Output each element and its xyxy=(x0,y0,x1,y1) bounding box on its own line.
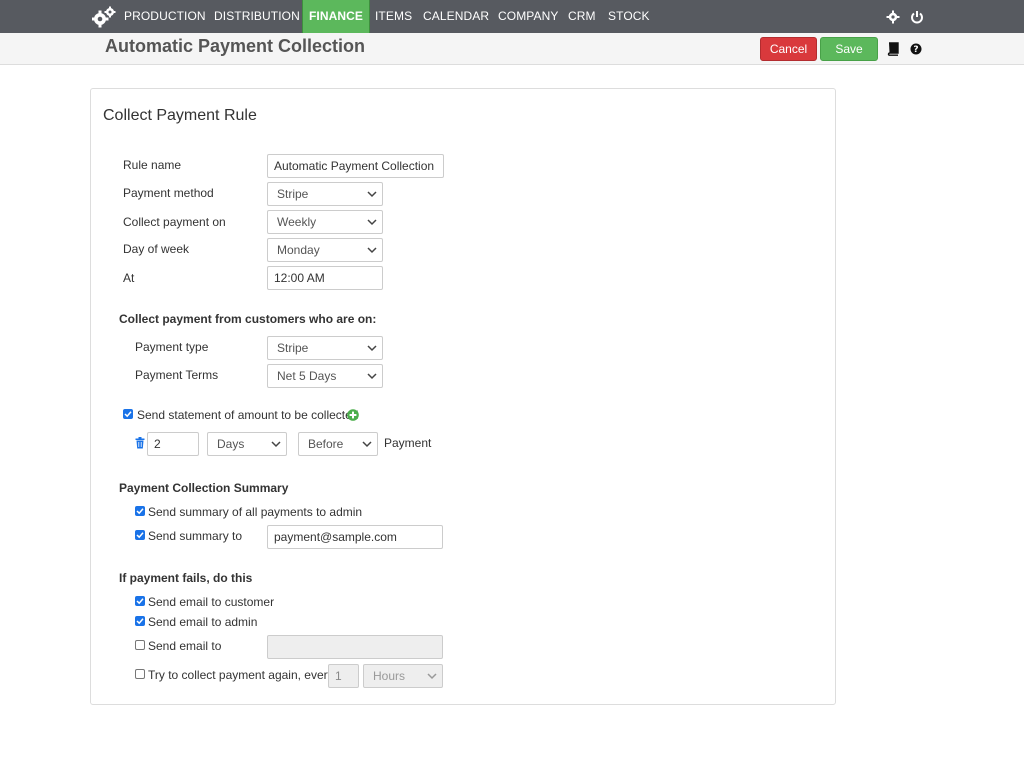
retry-unit-value: Hours xyxy=(373,669,406,683)
check-icon xyxy=(136,618,144,625)
statement-suffix-label: Payment xyxy=(384,436,432,450)
payment-terms-value: Net 5 Days xyxy=(277,369,337,383)
time-input[interactable]: 12:00 AM xyxy=(267,266,383,290)
chevron-down-icon xyxy=(367,191,377,198)
collect-on-value: Weekly xyxy=(277,215,317,229)
payment-type-label: Payment type xyxy=(135,340,209,354)
gear-icon[interactable] xyxy=(886,10,900,24)
nav-distribution[interactable]: DISTRIBUTION xyxy=(214,0,300,33)
statement-count-input[interactable]: 2 xyxy=(147,432,199,456)
fail-section-heading: If payment fails, do this xyxy=(119,571,253,585)
retry-checkbox[interactable] xyxy=(135,669,145,679)
email-to-checkbox[interactable] xyxy=(135,640,145,650)
power-icon[interactable] xyxy=(910,10,924,24)
rule-name-input[interactable]: Automatic Payment Collection xyxy=(267,154,444,178)
nav-crm[interactable]: CRM xyxy=(568,0,596,33)
retry-unit-select[interactable]: Hours xyxy=(363,664,443,688)
collect-payment-rule-card: Collect Payment Rule Rule name Automatic… xyxy=(90,88,836,705)
day-of-week-select[interactable]: Monday xyxy=(267,238,383,262)
chevron-down-icon xyxy=(427,673,437,680)
summary-email-input[interactable]: payment@sample.com xyxy=(267,525,443,549)
chevron-down-icon xyxy=(367,373,377,380)
check-icon xyxy=(136,598,144,605)
summary-all-checkbox[interactable] xyxy=(135,506,145,516)
nav-production[interactable]: PRODUCTION xyxy=(124,0,206,33)
chevron-down-icon xyxy=(367,247,377,254)
day-of-week-label: Day of week xyxy=(123,242,190,256)
check-icon xyxy=(124,411,132,418)
summary-to-checkbox[interactable] xyxy=(135,530,145,540)
chevron-down-icon xyxy=(367,219,377,226)
day-of-week-value: Monday xyxy=(277,243,320,257)
email-to-input[interactable] xyxy=(267,635,443,659)
chevron-down-icon xyxy=(271,441,281,448)
retry-count-input[interactable]: 1 xyxy=(328,664,359,688)
retry-label: Try to collect payment again, every xyxy=(148,668,334,682)
nav-stock[interactable]: STOCK xyxy=(608,0,650,33)
summary-all-label: Send summary of all payments to admin xyxy=(148,505,363,519)
rule-name-label: Rule name xyxy=(123,158,182,172)
help-icon[interactable]: ? xyxy=(910,42,922,56)
summary-section-heading: Payment Collection Summary xyxy=(119,481,289,495)
statement-when-value: Before xyxy=(308,437,344,451)
nav-calendar[interactable]: CALENDAR xyxy=(423,0,489,33)
gears-icon[interactable] xyxy=(92,6,116,28)
nav-items[interactable]: ITEMS xyxy=(375,0,412,33)
book-icon[interactable] xyxy=(887,42,899,56)
svg-text:?: ? xyxy=(913,45,918,55)
chevron-down-icon xyxy=(362,441,372,448)
payment-terms-select[interactable]: Net 5 Days xyxy=(267,364,383,388)
cancel-button[interactable]: Cancel xyxy=(760,37,817,61)
customers-section-heading: Collect payment from customers who are o… xyxy=(119,312,377,326)
statement-when-select[interactable]: Before xyxy=(298,432,378,456)
card-title: Collect Payment Rule xyxy=(103,107,257,124)
at-label: At xyxy=(123,271,135,285)
email-customer-checkbox[interactable] xyxy=(135,596,145,606)
check-icon xyxy=(136,508,144,515)
title-bar: Automatic Payment Collection Cancel Save… xyxy=(0,33,1024,65)
check-icon xyxy=(136,532,144,539)
top-nav: PRODUCTION DISTRIBUTION FINANCE ITEMS CA… xyxy=(0,0,1024,33)
statement-unit-value: Days xyxy=(217,437,245,451)
statement-unit-select[interactable]: Days xyxy=(207,432,287,456)
email-admin-label: Send email to admin xyxy=(148,615,258,629)
email-admin-checkbox[interactable] xyxy=(135,616,145,626)
email-to-label: Send email to xyxy=(148,639,222,653)
nav-company[interactable]: COMPANY xyxy=(498,0,558,33)
email-customer-label: Send email to customer xyxy=(148,595,275,609)
nav-finance[interactable]: FINANCE xyxy=(302,0,371,33)
send-statement-checkbox[interactable] xyxy=(123,409,133,419)
payment-method-select[interactable]: Stripe xyxy=(267,182,383,206)
payment-type-select[interactable]: Stripe xyxy=(267,336,383,360)
payment-type-value: Stripe xyxy=(277,341,309,355)
trash-icon[interactable] xyxy=(135,437,145,449)
collect-on-label: Collect payment on xyxy=(123,215,226,229)
save-button[interactable]: Save xyxy=(820,37,878,61)
collect-on-select[interactable]: Weekly xyxy=(267,210,383,234)
summary-to-label: Send summary to xyxy=(148,529,243,543)
payment-terms-label: Payment Terms xyxy=(135,368,219,382)
send-statement-label: Send statement of amount to be collected xyxy=(137,408,359,422)
payment-method-label: Payment method xyxy=(123,186,214,200)
page-title: Automatic Payment Collection xyxy=(105,36,366,56)
chevron-down-icon xyxy=(367,345,377,352)
add-circle-icon[interactable] xyxy=(347,409,359,421)
payment-method-value: Stripe xyxy=(277,187,309,201)
